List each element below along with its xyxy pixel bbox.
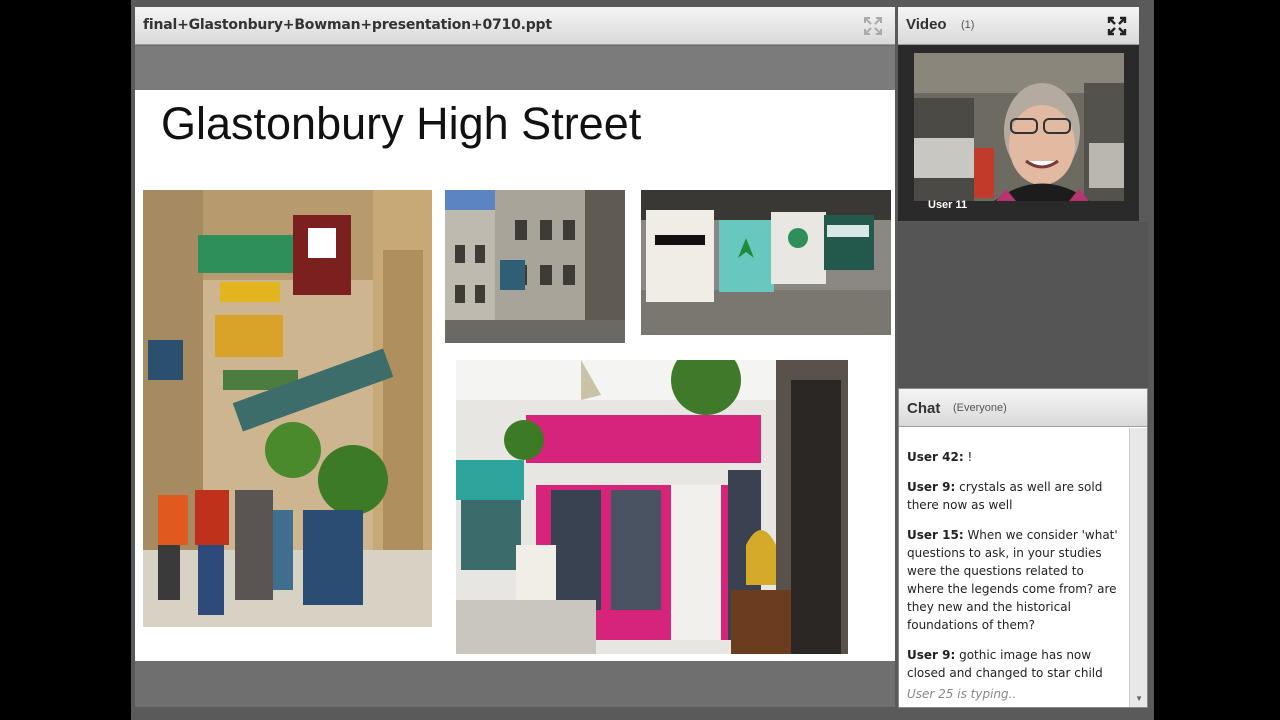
- chat-message-list[interactable]: User 42: ! User 9: crystals as well are …: [899, 428, 1129, 707]
- share-pod-header: final+Glastonbury+Bowman+presentation+07…: [135, 7, 895, 45]
- share-file-title: final+Glastonbury+Bowman+presentation+07…: [143, 17, 552, 33]
- presentation-slide: Glastonbury High Street: [135, 90, 895, 661]
- chat-message: User 9: crystals as well are sold there …: [907, 478, 1121, 514]
- photo-signboards: [641, 190, 891, 335]
- chat-scope: (Everyone): [953, 402, 1007, 414]
- slide-title: Glastonbury High Street: [161, 98, 642, 149]
- share-bottom-band: [135, 661, 895, 707]
- fullscreen-icon[interactable]: [1107, 16, 1127, 36]
- photo-high-street: [143, 190, 432, 627]
- chat-scrollbar[interactable]: ▼: [1129, 428, 1147, 707]
- chat-message: User 42: !: [907, 448, 1121, 466]
- chat-sender: User 42:: [907, 450, 964, 464]
- video-pod-title: Video: [906, 16, 947, 33]
- empty-pod-area: [898, 222, 1148, 388]
- video-count: (1): [961, 19, 975, 31]
- webcam-video[interactable]: [914, 53, 1124, 201]
- typing-indicator: User 25 is typing..: [907, 687, 1017, 701]
- chat-message: User 9: gothic image has now closed and …: [907, 646, 1121, 682]
- share-top-band: [135, 46, 895, 90]
- photo-buildings: [445, 190, 625, 343]
- chat-sender: User 9:: [907, 480, 956, 494]
- video-pod: Video (1) User 11: [898, 7, 1139, 221]
- chat-sender: User 15:: [907, 528, 964, 542]
- chat-text: !: [963, 450, 973, 464]
- chat-message: User 15: When we consider 'what' questio…: [907, 526, 1121, 634]
- chat-sender: User 9:: [907, 648, 956, 662]
- fullscreen-icon[interactable]: [863, 16, 883, 36]
- chat-text: When we consider 'what' questions to ask…: [907, 528, 1118, 632]
- photo-pink-shop: [456, 360, 848, 654]
- share-pod: final+Glastonbury+Bowman+presentation+07…: [135, 7, 895, 707]
- chat-title: Chat: [907, 400, 941, 417]
- scroll-down-arrow-icon[interactable]: ▼: [1135, 694, 1143, 703]
- video-pod-header: Video (1): [898, 7, 1139, 45]
- chat-pod: Chat (Everyone) User 42: ! User 9: cryst…: [898, 388, 1148, 708]
- chat-pod-header: Chat (Everyone): [899, 389, 1147, 427]
- video-user-label: User 11: [928, 199, 968, 211]
